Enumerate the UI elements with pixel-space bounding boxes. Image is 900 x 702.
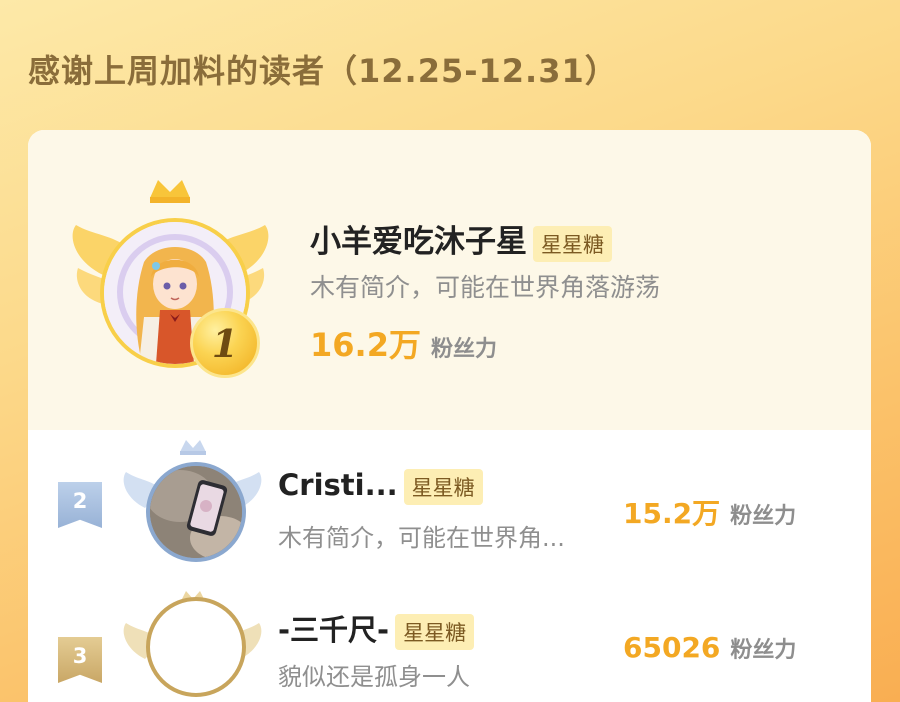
fans-value: 65026 bbox=[623, 631, 721, 664]
rank-2-badge: 2 bbox=[58, 482, 102, 528]
fans-value: 16.2万 bbox=[310, 326, 421, 364]
list-item[interactable]: 3 -三千尺- 星星糖 貌似还是孤身一人 65026 粉丝力 bbox=[28, 585, 871, 702]
page-title: 感谢上周加料的读者（12.25-12.31） bbox=[28, 52, 618, 90]
avatar[interactable] bbox=[146, 597, 246, 697]
avatar-photo bbox=[150, 466, 242, 558]
level-tag: 星星糖 bbox=[533, 225, 612, 262]
fans-value: 15.2万 bbox=[623, 497, 721, 530]
reader-bio: 貌似还是孤身一人 bbox=[278, 663, 470, 691]
reader-name[interactable]: -三千尺- bbox=[278, 613, 389, 647]
fans-unit: 粉丝力 bbox=[730, 638, 797, 663]
ranking-card: 1 小羊爱吃沐子星星星糖 木有简介，可能在世界角落游荡 16.2万粉丝力 2 bbox=[28, 130, 871, 702]
fans-power: 16.2万 粉丝力 bbox=[310, 320, 497, 366]
reader-bio: 木有简介，可能在世界角... bbox=[278, 524, 565, 552]
avatar[interactable] bbox=[146, 462, 246, 562]
fans-unit: 粉丝力 bbox=[430, 337, 497, 362]
fans-power: 15.2万 粉丝力 bbox=[623, 492, 796, 532]
level-tag: 星星糖 bbox=[403, 469, 483, 505]
reader-name[interactable]: Cristi... bbox=[278, 468, 398, 502]
rank-3-badge: 3 bbox=[58, 637, 102, 683]
fans-unit: 粉丝力 bbox=[730, 504, 797, 529]
fans-power: 65026 粉丝力 bbox=[623, 631, 796, 664]
level-tag: 星星糖 bbox=[395, 614, 475, 650]
rank-1-medal: 1 bbox=[190, 308, 260, 378]
reader-bio: 木有简介，可能在世界角落游荡 bbox=[310, 273, 661, 302]
list-item[interactable]: 2 Cristi... 星星糖 木有简介，可能在世界角... 15.2万 粉丝力 bbox=[28, 440, 871, 580]
top-reader-section[interactable]: 1 小羊爱吃沐子星 星星糖 木有简介，可能在世界角落游荡 16.2万 粉丝力 bbox=[28, 130, 871, 430]
reader-name[interactable]: 小羊爱吃沐子星 bbox=[310, 224, 527, 260]
